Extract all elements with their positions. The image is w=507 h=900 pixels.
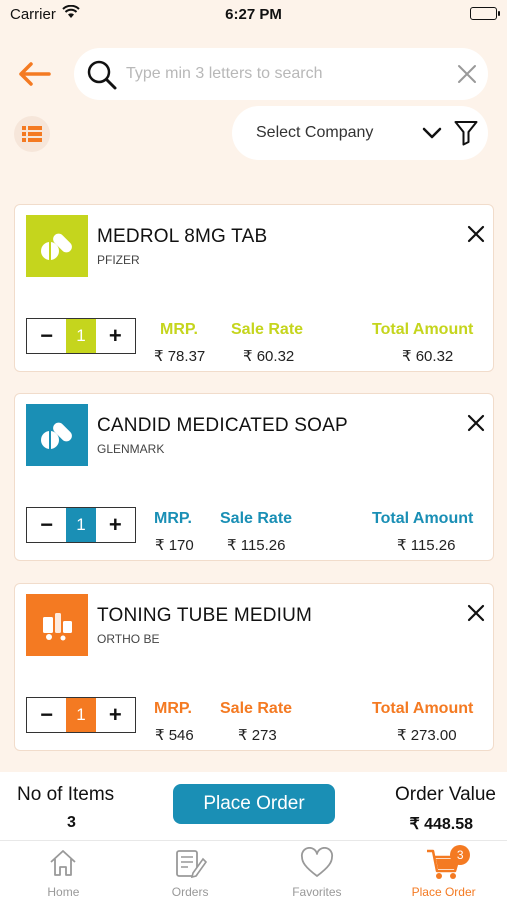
clear-search-icon[interactable] — [456, 63, 478, 90]
heart-icon — [254, 847, 381, 881]
total-amount-label: Total Amount — [372, 700, 474, 717]
decrement-button[interactable]: − — [27, 319, 66, 353]
mrp-value: ₹ 78.37 — [154, 348, 206, 365]
company-select[interactable]: Select Company — [232, 106, 488, 160]
orders-icon — [127, 847, 254, 881]
tab-label: Orders — [171, 885, 209, 899]
product-thumbnail — [26, 215, 88, 277]
total-amount-label: Total Amount — [372, 321, 474, 338]
remove-item-button[interactable] — [467, 414, 485, 437]
increment-button[interactable]: + — [96, 508, 135, 542]
product-thumbnail — [26, 404, 88, 466]
quantity-stepper: − 1 + — [26, 507, 136, 543]
quantity-value[interactable]: 1 — [66, 698, 96, 732]
increment-button[interactable]: + — [96, 698, 135, 732]
cart-icon — [380, 847, 507, 881]
search-icon[interactable] — [86, 59, 118, 96]
remove-item-button[interactable] — [467, 604, 485, 627]
quantity-stepper: − 1 + — [26, 697, 136, 733]
increment-button[interactable]: + — [96, 319, 135, 353]
total-amount-value: ₹ 115.26 — [397, 537, 456, 554]
product-company: ORTHO BE — [97, 632, 160, 646]
mrp-label: MRP. — [154, 510, 192, 527]
filter-icon[interactable] — [454, 120, 478, 151]
close-icon — [467, 604, 485, 622]
home-icon — [0, 847, 127, 881]
items-count-value: 3 — [67, 814, 76, 831]
back-arrow-icon — [19, 62, 51, 86]
pill-icon — [41, 422, 72, 449]
product-company: GLENMARK — [97, 442, 165, 456]
sale-rate-value: ₹ 273 — [238, 727, 277, 744]
total-amount-value: ₹ 273.00 — [397, 727, 457, 744]
chevron-down-icon — [422, 126, 442, 145]
close-icon — [467, 414, 485, 432]
company-select-label: Select Company — [256, 124, 374, 141]
total-amount-label: Total Amount — [372, 510, 474, 527]
medical-supplies-icon — [43, 613, 72, 641]
sale-rate-value: ₹ 60.32 — [243, 348, 295, 365]
product-card: MEDROL 8MG TAB PFIZER − 1 + MRP. ₹ 78.37… — [14, 204, 494, 372]
sale-rate-label: Sale Rate — [220, 510, 293, 527]
list-view-button[interactable] — [14, 116, 50, 152]
sale-rate-value: ₹ 115.26 — [227, 537, 286, 554]
pill-icon — [41, 233, 72, 260]
sale-rate-label: Sale Rate — [231, 321, 304, 338]
tab-label: Place Order — [411, 885, 476, 899]
tab-home[interactable]: Home — [0, 841, 127, 900]
tab-label: Favorites — [292, 885, 342, 899]
order-summary-bar: No of Items 3 Place Order Order Value ₹ … — [0, 772, 507, 840]
back-button[interactable] — [16, 60, 54, 88]
order-value-amount: ₹ 448.58 — [409, 816, 473, 833]
product-name: MEDROL 8MG TAB — [97, 226, 268, 247]
product-card: TONING TUBE MEDIUM ORTHO BE − 1 + MRP. ₹… — [14, 583, 494, 751]
decrement-button[interactable]: − — [27, 698, 66, 732]
product-card: CANDID MEDICATED SOAP GLENMARK − 1 + MRP… — [14, 393, 494, 561]
clock: 6:27 PM — [225, 6, 282, 23]
place-order-button[interactable]: Place Order — [173, 784, 335, 824]
tab-orders[interactable]: Orders — [127, 841, 254, 900]
battery-icon — [470, 7, 500, 20]
product-name: CANDID MEDICATED SOAP — [97, 415, 348, 436]
items-count-label: No of Items — [17, 784, 115, 805]
quantity-stepper: − 1 + — [26, 318, 136, 354]
remove-item-button[interactable] — [467, 225, 485, 248]
search-bar — [74, 48, 488, 100]
tab-favorites[interactable]: Favorites — [254, 841, 381, 900]
list-icon — [22, 126, 42, 142]
total-amount-value: ₹ 60.32 — [402, 348, 454, 365]
mrp-label: MRP. — [160, 321, 198, 338]
mrp-value: ₹ 170 — [155, 537, 194, 554]
close-icon — [467, 225, 485, 243]
tab-label: Home — [47, 885, 80, 899]
product-name: TONING TUBE MEDIUM — [97, 605, 313, 626]
sale-rate-label: Sale Rate — [220, 700, 293, 717]
order-value-label: Order Value — [394, 784, 496, 805]
status-bar: Carrier 6:27 PM — [0, 0, 507, 30]
product-company: PFIZER — [97, 253, 140, 267]
product-thumbnail — [26, 594, 88, 656]
quantity-value[interactable]: 1 — [66, 508, 96, 542]
search-input[interactable] — [126, 60, 446, 88]
mrp-label: MRP. — [154, 700, 192, 717]
decrement-button[interactable]: − — [27, 508, 66, 542]
tab-place-order[interactable]: 3 Place Order — [380, 841, 507, 900]
mrp-value: ₹ 546 — [155, 727, 194, 744]
bottom-tab-bar: Home Orders Favorites 3 Place Order — [0, 840, 507, 900]
quantity-value[interactable]: 1 — [66, 319, 96, 353]
